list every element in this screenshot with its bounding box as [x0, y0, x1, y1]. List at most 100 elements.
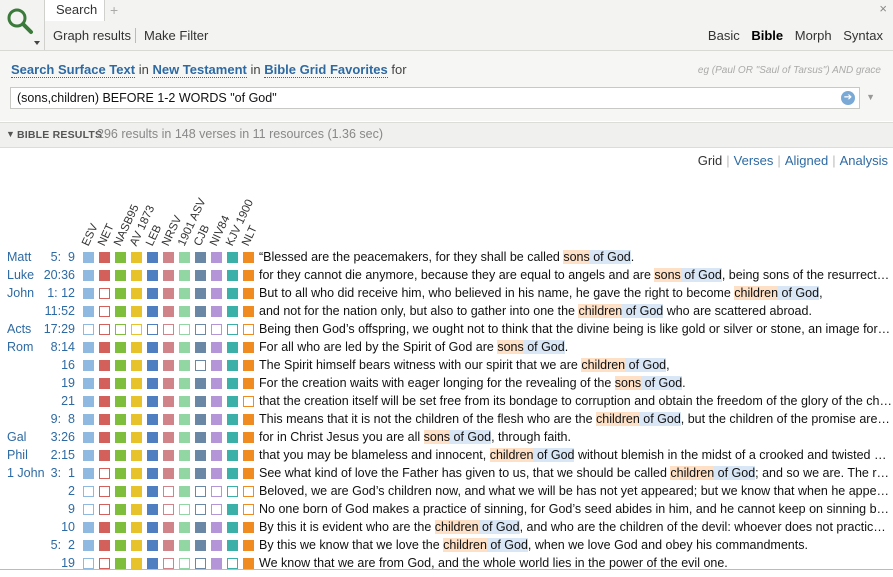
grid-cell[interactable] [227, 396, 238, 407]
graph-results-button[interactable]: Graph results [53, 28, 131, 43]
verse-reference[interactable]: 8:14 [51, 340, 75, 354]
grid-cell[interactable] [227, 558, 238, 569]
grid-cell[interactable] [147, 468, 158, 479]
verse-text[interactable]: The Spirit himself bears witness with ou… [259, 358, 892, 372]
grid-cell[interactable] [243, 252, 254, 263]
grid-cell[interactable] [131, 342, 142, 353]
grid-cell[interactable] [163, 306, 174, 317]
grid-cell[interactable] [115, 306, 126, 317]
grid-cell[interactable] [243, 342, 254, 353]
grid-cell[interactable] [243, 486, 254, 497]
book-link[interactable]: Matt [7, 250, 31, 264]
grid-cell[interactable] [131, 414, 142, 425]
grid-cell[interactable] [131, 324, 142, 335]
grid-cell[interactable] [131, 504, 142, 515]
verse-reference[interactable]: 2:15 [51, 448, 75, 462]
grid-cell[interactable] [147, 540, 158, 551]
verse-reference[interactable]: 11:52 [45, 304, 75, 318]
verse-reference[interactable]: 19 [61, 376, 75, 390]
grid-cell[interactable] [163, 450, 174, 461]
grid-cell[interactable] [99, 468, 110, 479]
grid-cell[interactable] [227, 360, 238, 371]
grid-cell[interactable] [227, 432, 238, 443]
grid-cell[interactable] [83, 414, 94, 425]
verse-text[interactable]: No one born of God makes a practice of s… [259, 502, 892, 516]
grid-cell[interactable] [99, 270, 110, 281]
grid-cell[interactable] [131, 306, 142, 317]
verse-text[interactable]: We know that we are from God, and the wh… [259, 556, 892, 570]
grid-cell[interactable] [147, 558, 158, 569]
result-row[interactable]: Matt 5: 9 “Blessed are the peacemakers, fo… [0, 249, 893, 267]
grid-cell[interactable] [211, 378, 222, 389]
grid-cell[interactable] [195, 468, 206, 479]
grid-cell[interactable] [195, 270, 206, 281]
verse-text[interactable]: By this we know that we love the childre… [259, 538, 892, 552]
history-dropdown-icon[interactable]: ▼ [866, 92, 875, 102]
grid-cell[interactable] [147, 396, 158, 407]
grid-cell[interactable] [195, 558, 206, 569]
verse-text[interactable]: that you may be blameless and innocent, … [259, 448, 892, 462]
grid-cell[interactable] [99, 450, 110, 461]
grid-cell[interactable] [179, 396, 190, 407]
grid-cell[interactable] [211, 432, 222, 443]
grid-cell[interactable] [179, 288, 190, 299]
grid-cell[interactable] [243, 468, 254, 479]
grid-cell[interactable] [131, 522, 142, 533]
grid-cell[interactable] [163, 468, 174, 479]
grid-cell[interactable] [163, 360, 174, 371]
grid-cell[interactable] [195, 324, 206, 335]
verse-reference[interactable]: 2 [68, 484, 75, 498]
grid-cell[interactable] [163, 342, 174, 353]
grid-cell[interactable] [195, 540, 206, 551]
view-grid[interactable]: Grid [698, 153, 723, 168]
grid-cell[interactable] [163, 270, 174, 281]
add-tab-icon[interactable]: + [110, 2, 118, 18]
grid-cell[interactable] [179, 540, 190, 551]
grid-cell[interactable] [179, 414, 190, 425]
grid-cell[interactable] [131, 558, 142, 569]
grid-cell[interactable] [115, 288, 126, 299]
book-link[interactable]: Luke [7, 268, 34, 282]
version-header[interactable]: ESV [80, 222, 101, 248]
grid-cell[interactable] [131, 396, 142, 407]
verse-text[interactable]: Being then God’s offspring, we ought not… [259, 322, 892, 336]
grid-cell[interactable] [115, 486, 126, 497]
grid-cell[interactable] [179, 504, 190, 515]
grid-cell[interactable] [115, 252, 126, 263]
grid-cell[interactable] [243, 288, 254, 299]
verse-reference[interactable]: 17:29 [44, 322, 75, 336]
grid-cell[interactable] [179, 252, 190, 263]
grid-cell[interactable] [147, 432, 158, 443]
grid-cell[interactable] [243, 504, 254, 515]
grid-cell[interactable] [163, 252, 174, 263]
grid-cell[interactable] [195, 288, 206, 299]
verse-reference[interactable]: 9: 8 [51, 412, 75, 426]
collection-dropdown[interactable]: Bible Grid Favorites [264, 62, 388, 78]
verse-text[interactable]: “Blessed are the peacemakers, for they s… [259, 250, 892, 264]
grid-cell[interactable] [195, 522, 206, 533]
grid-cell[interactable] [163, 504, 174, 515]
results-title[interactable]: BIBLE RESULTS [17, 129, 102, 141]
grid-cell[interactable] [99, 558, 110, 569]
grid-cell[interactable] [83, 450, 94, 461]
grid-cell[interactable] [115, 324, 126, 335]
grid-cell[interactable] [115, 558, 126, 569]
grid-cell[interactable] [195, 252, 206, 263]
grid-cell[interactable] [179, 468, 190, 479]
grid-cell[interactable] [147, 504, 158, 515]
result-row[interactable]: Acts 17:29 Being then God’s offspring, we … [0, 321, 893, 339]
grid-cell[interactable] [163, 324, 174, 335]
grid-cell[interactable] [243, 396, 254, 407]
grid-cell[interactable] [115, 468, 126, 479]
grid-cell[interactable] [211, 486, 222, 497]
grid-cell[interactable] [163, 522, 174, 533]
grid-cell[interactable] [99, 522, 110, 533]
grid-cell[interactable] [211, 540, 222, 551]
grid-cell[interactable] [195, 504, 206, 515]
verse-text[interactable]: For all who are led by the Spirit of God… [259, 340, 892, 354]
book-link[interactable]: Phil [7, 448, 28, 462]
make-filter-button[interactable]: Make Filter [144, 28, 208, 43]
grid-cell[interactable] [243, 306, 254, 317]
grid-cell[interactable] [147, 486, 158, 497]
grid-cell[interactable] [115, 432, 126, 443]
